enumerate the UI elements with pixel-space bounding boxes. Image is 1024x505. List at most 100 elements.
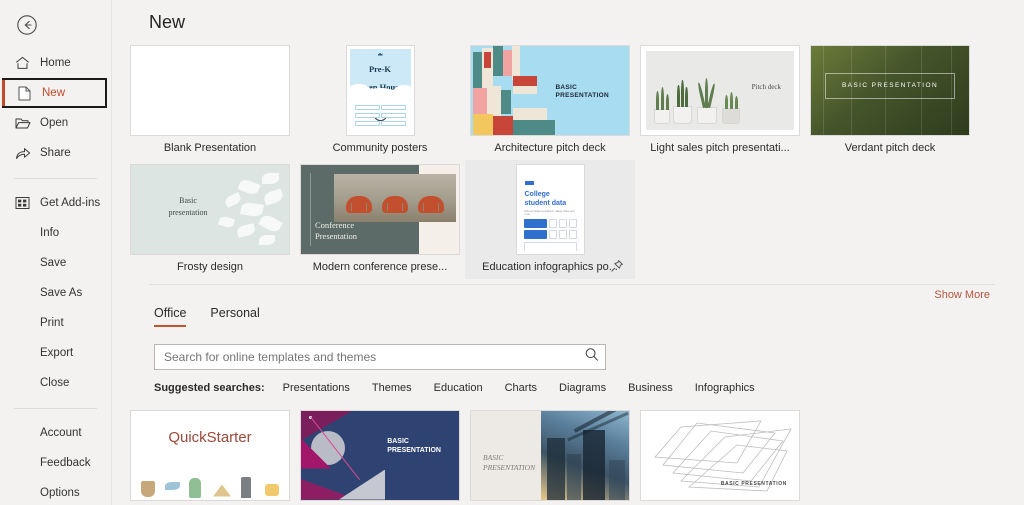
crown-icon — [377, 52, 383, 56]
sidebar-item-save-as[interactable]: Save As — [0, 278, 111, 308]
suggested-search-education[interactable]: Education — [434, 382, 483, 394]
backstage-sidebar: Home New Open Share Get Add-ins Info Sav… — [0, 0, 112, 505]
show-more-link[interactable]: Show More — [934, 289, 990, 301]
template-card-light-sales-pitch[interactable]: Pitch deck Light sales pitch presentati.… — [635, 41, 805, 160]
slide-subtitle: Data on student enrollment, college choi… — [524, 209, 575, 216]
sidebar-divider-2 — [14, 408, 97, 409]
share-icon — [14, 145, 31, 161]
city-art: BASIC PRESENTATION — [471, 410, 629, 500]
search-box[interactable] — [154, 344, 606, 370]
thumbnail-wrap: BASIC PRESENTATION — [471, 410, 629, 500]
template-card-community-posters[interactable]: Pre-K Open House Nurturing the next gene… — [295, 41, 465, 160]
template-card-basic-presentation-purple[interactable]: BASIC PRESENTATION Basic presentation pu… — [295, 406, 465, 505]
slide-text-line2: PRESENTATION — [387, 446, 441, 454]
home-icon — [14, 55, 31, 71]
template-card-verdant-pitch-deck[interactable]: BASIC PRESENTATION Verdant pitch deck — [805, 41, 975, 160]
sidebar-item-get-addins[interactable]: Get Add-ins — [0, 188, 111, 218]
slide-text-line1: BASIC — [483, 452, 504, 462]
template-name: Community posters — [332, 142, 428, 154]
suggested-searches-label: Suggested searches: — [154, 382, 265, 394]
thumbnail-wrap: Pitch deck — [641, 45, 799, 135]
slide-text-line1: Conference — [315, 219, 355, 230]
folder-open-icon — [14, 115, 31, 131]
slide-text-line1: BASIC — [555, 83, 578, 91]
suggested-search-infographics[interactable]: Infographics — [695, 382, 755, 394]
verdant-art: BASIC PRESENTATION — [811, 45, 969, 135]
template-card-basic-presentation-lines[interactable]: BASIC PRESENTATION Basic presentation li… — [635, 406, 805, 505]
architecture-art: BASIC PRESENTATION — [471, 45, 629, 135]
sidebar-item-info[interactable]: Info — [0, 218, 111, 248]
sidebar-item-share[interactable]: Share — [0, 138, 111, 168]
suggested-search-diagrams[interactable]: Diagrams — [559, 382, 606, 394]
powerpoint-backstage-new-screen: Home New Open Share Get Add-ins Info Sav… — [0, 0, 1024, 505]
slide-title-line1: College — [524, 190, 550, 198]
sidebar-item-feedback[interactable]: Feedback — [0, 448, 111, 478]
template-card-architecture-pitch-deck[interactable]: BASIC PRESENTATION Architecture pitch de… — [465, 41, 635, 160]
template-name: Verdant pitch deck — [844, 142, 936, 154]
frosty-art: Basic presentation — [131, 164, 289, 254]
sidebar-item-print[interactable]: Print — [0, 308, 111, 338]
slide-text-line1: BASIC — [387, 437, 409, 445]
slide-text-line2: PRESENTATION — [555, 91, 609, 99]
template-thumbnail: BASIC PRESENTATION — [301, 410, 459, 500]
suggested-search-charts[interactable]: Charts — [505, 382, 537, 394]
thumbnail-wrap: QuickStarter — [131, 410, 289, 500]
thumbnail-wrap: Basic presentation — [131, 164, 289, 254]
document-icon — [16, 85, 33, 101]
search-input[interactable] — [164, 350, 584, 364]
chairs-photo — [334, 173, 456, 222]
sidebar-item-label: Account — [40, 427, 82, 439]
sidebar-item-home[interactable]: Home — [0, 48, 111, 78]
sidebar-item-label: New — [42, 87, 66, 99]
addins-grid-icon — [14, 195, 31, 211]
sidebar-item-label: Info — [40, 227, 60, 239]
slide-text: BASIC PRESENTATION — [483, 453, 535, 473]
template-thumbnail: QuickStarter — [131, 410, 289, 500]
tab-office[interactable]: Office — [154, 306, 187, 327]
suggested-search-themes[interactable]: Themes — [372, 382, 412, 394]
sidebar-item-label: Options — [40, 487, 80, 499]
template-thumbnail — [131, 45, 289, 135]
abstract-lines-art: BASIC PRESENTATION — [641, 410, 799, 500]
divider — [149, 284, 995, 285]
template-card-modern-conference[interactable]: Conference Presentation Modern conferenc… — [295, 160, 465, 279]
slide-text: Basic presentation — [158, 195, 218, 219]
slide-text-line2: Presentation — [315, 230, 358, 241]
main-content: New Blank Presentation Pre-K Open House … — [112, 0, 1024, 505]
blank-slide-art — [131, 45, 289, 135]
template-name: Education infographics po... — [482, 261, 618, 273]
thumbnail-wrap: BASIC PRESENTATION — [301, 410, 459, 500]
template-grid-featured: Blank Presentation Pre-K Open House Nurt… — [125, 41, 1000, 279]
conference-art: Conference Presentation — [301, 164, 459, 254]
purple-geometric-art: BASIC PRESENTATION — [301, 410, 459, 500]
sidebar-item-options[interactable]: Options — [0, 478, 111, 505]
back-button[interactable] — [12, 10, 42, 40]
sidebar-item-new[interactable]: New — [2, 78, 107, 108]
template-card-blank-presentation[interactable]: Blank Presentation — [125, 41, 295, 160]
template-thumbnail: BASIC PRESENTATION — [811, 45, 969, 135]
page-title: New — [149, 12, 186, 32]
sidebar-item-open[interactable]: Open — [0, 108, 111, 138]
template-card-quickstarter[interactable]: QuickStarter QuickStarter — [125, 406, 295, 505]
sidebar-item-close[interactable]: Close — [0, 368, 111, 398]
pin-icon[interactable] — [610, 259, 624, 273]
suggested-search-business[interactable]: Business — [628, 382, 673, 394]
slide-text: Conference Presentation — [315, 220, 357, 242]
thumbnail-wrap: BASIC PRESENTATION — [471, 45, 629, 135]
sidebar-item-save[interactable]: Save — [0, 248, 111, 278]
template-grid-online: QuickStarter QuickStarter — [125, 406, 1000, 505]
sidebar-divider-1 — [14, 178, 97, 179]
slide-title-line2: student data — [524, 199, 567, 207]
template-card-education-infographics[interactable]: College student data Data on student enr… — [465, 160, 635, 279]
template-card-frosty-design[interactable]: Basic presentation Frosty design — [125, 160, 295, 279]
tab-personal[interactable]: Personal — [210, 306, 259, 327]
template-card-basic-presentation-city[interactable]: BASIC PRESENTATION Basic presentation ci… — [465, 406, 635, 505]
sidebar-item-label: Feedback — [40, 457, 91, 469]
sidebar-item-account[interactable]: Account — [0, 418, 111, 448]
slide-text: BASIC PRESENTATION — [825, 72, 955, 99]
search-icon[interactable] — [584, 347, 599, 367]
back-arrow-icon — [17, 15, 37, 35]
suggested-search-presentations[interactable]: Presentations — [283, 382, 350, 394]
template-source-tabs: Office Personal — [154, 306, 1000, 327]
sidebar-item-export[interactable]: Export — [0, 338, 111, 368]
